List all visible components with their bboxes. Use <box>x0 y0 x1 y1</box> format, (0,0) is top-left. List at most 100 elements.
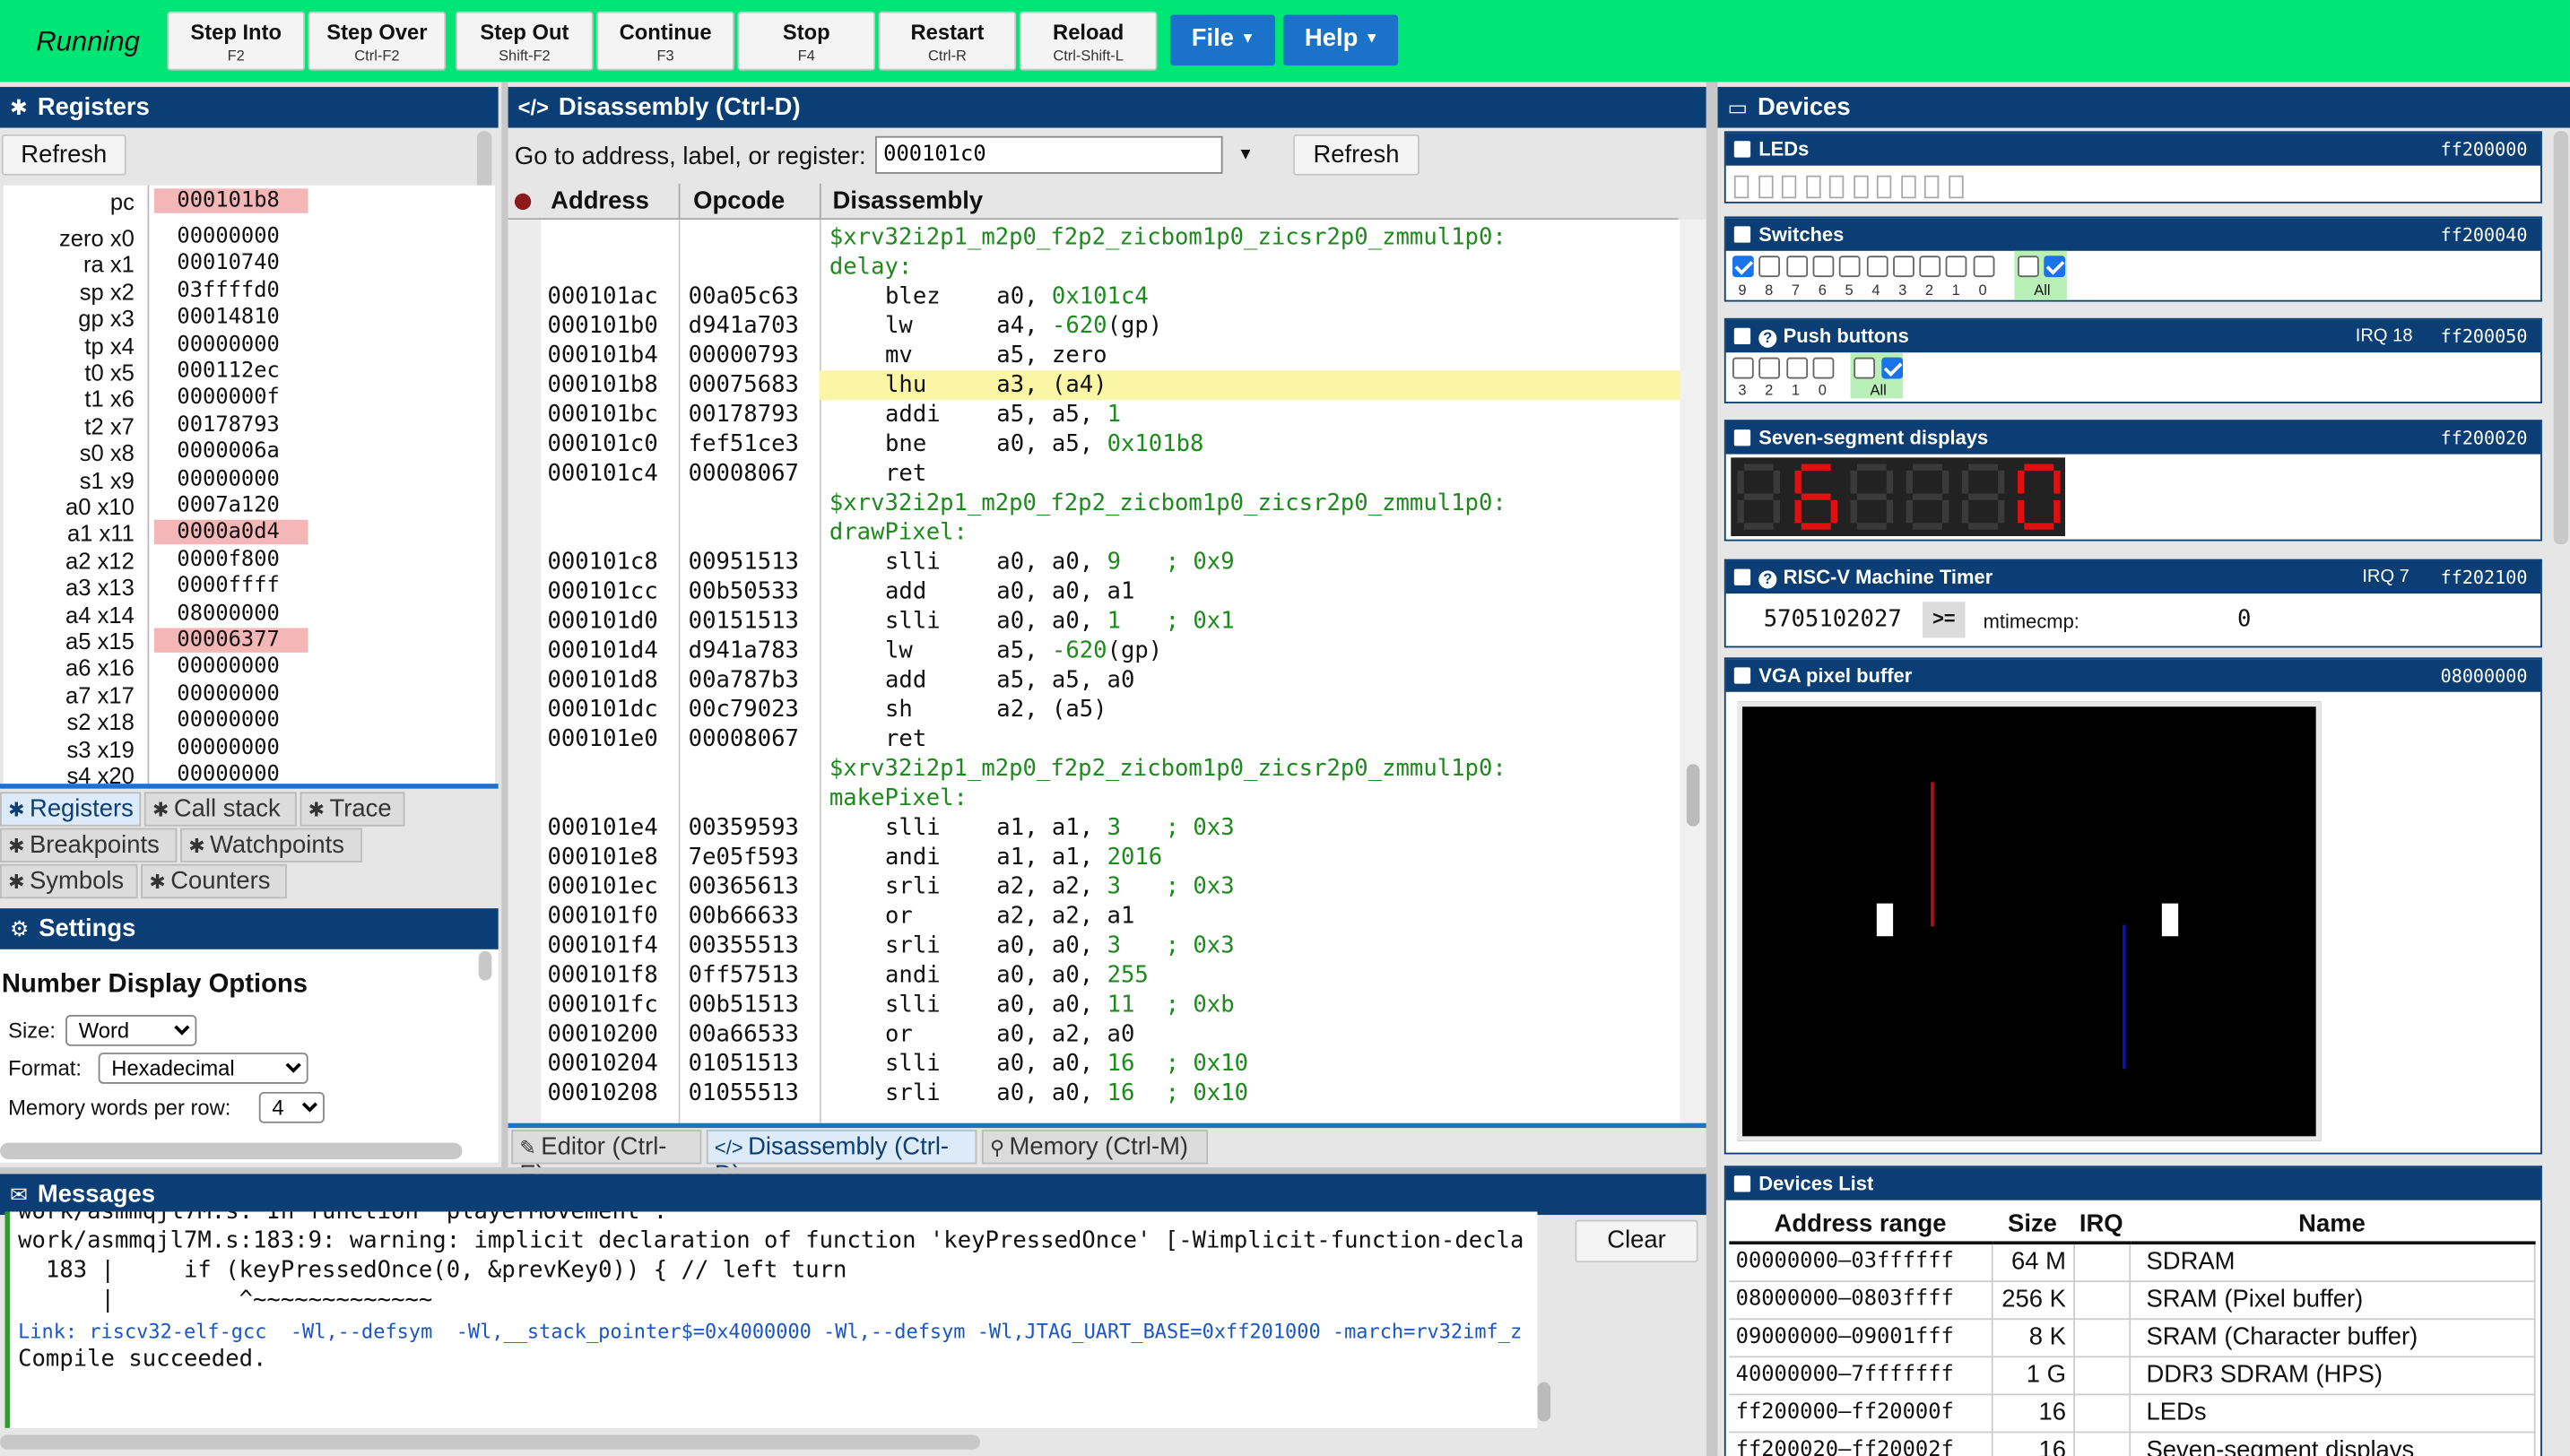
tab-watchpoints[interactable]: ✱ Watchpoints <box>180 828 362 862</box>
buttons-none-checkbox[interactable] <box>1854 357 1876 379</box>
disassembly-refresh-button[interactable]: Refresh <box>1293 134 1420 176</box>
disassembly-row: 000101dc 00c79023 sh a2, (a5) <box>508 695 1680 724</box>
switch-checkbox[interactable] <box>1785 256 1808 278</box>
help-menu[interactable]: Help ▼ <box>1283 14 1399 66</box>
tab-breakpoints[interactable]: ✱ Breakpoints <box>0 828 178 862</box>
switch-checkbox[interactable] <box>1919 256 1941 278</box>
disassembly-label-line: $xrv32i2p1_m2p0_f2p2_zicbom1p0_zicsr2p0_… <box>508 754 1680 784</box>
tab-call-stack[interactable]: ✱ Call stack <box>143 792 297 827</box>
device-row: 09000000–09001fff 8 K SRAM (Character buff… <box>1729 1318 2536 1357</box>
instr-operand: 11 <box>1107 992 1135 1018</box>
switch-checkbox[interactable] <box>1865 256 1888 278</box>
switch-checkbox[interactable] <box>1839 256 1861 278</box>
instr-mnemonic: addi <box>885 402 941 429</box>
instr-mnemonic: or <box>885 903 913 930</box>
instr-comment: ; 0x10 <box>1165 1051 1249 1078</box>
switch-checkbox[interactable] <box>1758 256 1781 278</box>
symbol-label: $xrv32i2p1_m2p0_f2p2_zicbom1p0_zicsr2p0_… <box>829 490 1506 517</box>
messages-scrollbar[interactable] <box>1537 1382 1551 1422</box>
instr-opcode: 0ff57513 <box>688 962 799 989</box>
register-name: zero x0 <box>58 224 135 251</box>
push-button-checkbox[interactable] <box>1732 357 1754 379</box>
push-button-checkbox[interactable] <box>1812 357 1835 379</box>
buttons-all-checkbox[interactable] <box>1881 357 1904 379</box>
device-size-cell: 16 <box>1991 1393 2075 1433</box>
push-button-label: 3 <box>1738 382 1747 399</box>
instr-address: 000101ac <box>547 283 658 310</box>
disassembly-panel-title: </> Disassembly (Ctrl-D) <box>508 86 1706 128</box>
chevron-down-icon[interactable]: ▼ <box>1237 146 1254 164</box>
words-per-row-label: Memory words per row: <box>8 1095 231 1121</box>
tab-editor[interactable]: ✎Editor (Ctrl-E) <box>511 1130 702 1189</box>
settings-scrollbar[interactable] <box>478 950 492 981</box>
switches-none-checkbox[interactable] <box>2018 256 2039 278</box>
device-range-cell: ff200000–ff20000f <box>1729 1393 1993 1433</box>
instr-operand: 16 <box>1107 1051 1135 1078</box>
settings-panel-title: ⚙ Settings <box>0 908 499 949</box>
instr-opcode: 00075683 <box>688 372 799 399</box>
switch-checkbox[interactable] <box>1892 256 1914 278</box>
device-range-cell: ff200020–ff20002f <box>1729 1431 1993 1456</box>
instr-address: 000101c8 <box>547 549 658 576</box>
reload-button[interactable]: Reload Ctrl-Shift-L <box>1019 11 1158 71</box>
instr-mnemonic: srli <box>885 932 941 959</box>
messages-hscrollbar[interactable] <box>0 1434 981 1450</box>
file-menu[interactable]: File ▼ <box>1170 14 1276 66</box>
switch-checkbox[interactable] <box>1732 256 1754 278</box>
instr-operand: -620 <box>1051 637 1107 664</box>
size-select[interactable]: Word <box>65 1015 197 1046</box>
instr-operand: 1 <box>1107 608 1121 635</box>
instr-operand: a0, a0, <box>996 1051 1107 1078</box>
switch-checkbox[interactable] <box>1946 256 1968 278</box>
tab-symbols[interactable]: ✱ Symbols <box>0 863 138 899</box>
step-out-button[interactable]: Step Out Shift-F2 <box>456 11 594 71</box>
mtimecmp-label: mtimecmp: <box>1983 610 2079 633</box>
disassembly-row: 000101e8 7e05f593 andi a1, a1, 2016 <box>508 843 1680 872</box>
instr-mnemonic: ret <box>885 726 927 753</box>
clear-button[interactable]: Clear <box>1575 1219 1698 1263</box>
disassembly-row: 000101ec 00365613 srli a2, a2, 3 ; 0x3 <box>508 872 1680 902</box>
device-irq-cell <box>2073 1243 2131 1282</box>
switch-checkbox[interactable] <box>1973 256 1994 278</box>
instr-opcode: 7e05f593 <box>688 844 799 871</box>
switches-all-checkbox[interactable] <box>2044 256 2066 278</box>
push-button-checkbox[interactable] <box>1758 357 1781 379</box>
tab-registers[interactable]: ✱ Registers <box>0 792 142 827</box>
words-per-row-select[interactable]: 4 <box>258 1091 325 1123</box>
device-irq-cell <box>2073 1356 2131 1395</box>
tab-disassembly[interactable]: </>Disassembly (Ctrl-D) <box>706 1130 977 1189</box>
step-over-button[interactable]: Step Over Ctrl-F2 <box>308 11 447 71</box>
disassembly-row: 000101d8 00a787b3 add a5, a5, a0 <box>508 665 1680 695</box>
instr-opcode: 00355513 <box>688 932 799 959</box>
step-into-button[interactable]: Step Into F2 <box>167 11 305 71</box>
bug-icon: ✱ <box>152 798 169 822</box>
restart-button[interactable]: Restart Ctrl-R <box>878 11 1017 71</box>
register-row: s0 x8 0000006a <box>4 439 308 466</box>
register-name: a2 x12 <box>65 547 135 574</box>
instr-operand: a0, <box>996 283 1052 310</box>
disassembly-scrollbar[interactable] <box>1680 220 1706 1123</box>
devices-scrollbar[interactable] <box>2553 131 2569 545</box>
push-button-checkbox[interactable] <box>1785 357 1808 379</box>
instr-address: 000101b4 <box>547 342 658 369</box>
continue-button[interactable]: Continue F3 <box>596 11 734 71</box>
tab-counters[interactable]: ✱ Counters <box>141 863 287 899</box>
goto-input[interactable] <box>875 135 1223 174</box>
settings-hscrollbar[interactable] <box>0 1142 463 1159</box>
instr-opcode: 00359593 <box>688 814 799 842</box>
instr-operand: a0, a0, a1 <box>996 578 1135 605</box>
registers-refresh-button[interactable]: Refresh <box>1 134 126 176</box>
register-row: a7 x17 00000000 <box>4 681 308 708</box>
tab-memory[interactable]: ⚲ Memory (Ctrl-M) <box>981 1130 1209 1165</box>
mtimecmp-value: 0 <box>2236 606 2252 633</box>
tab-trace[interactable]: ✱ Trace <box>300 792 405 827</box>
switch-label: 9 <box>1738 282 1747 299</box>
format-select[interactable]: Hexadecimal <box>98 1053 308 1084</box>
switch-checkbox[interactable] <box>1812 256 1835 278</box>
instr-address: 000101fc <box>547 992 658 1018</box>
stop-button[interactable]: Stop F4 <box>737 11 876 71</box>
bug-icon: ✱ <box>9 95 28 120</box>
instr-opcode: 00a05c63 <box>688 283 799 310</box>
instr-mnemonic: slli <box>885 814 941 842</box>
device-irq-cell <box>2073 1431 2131 1456</box>
